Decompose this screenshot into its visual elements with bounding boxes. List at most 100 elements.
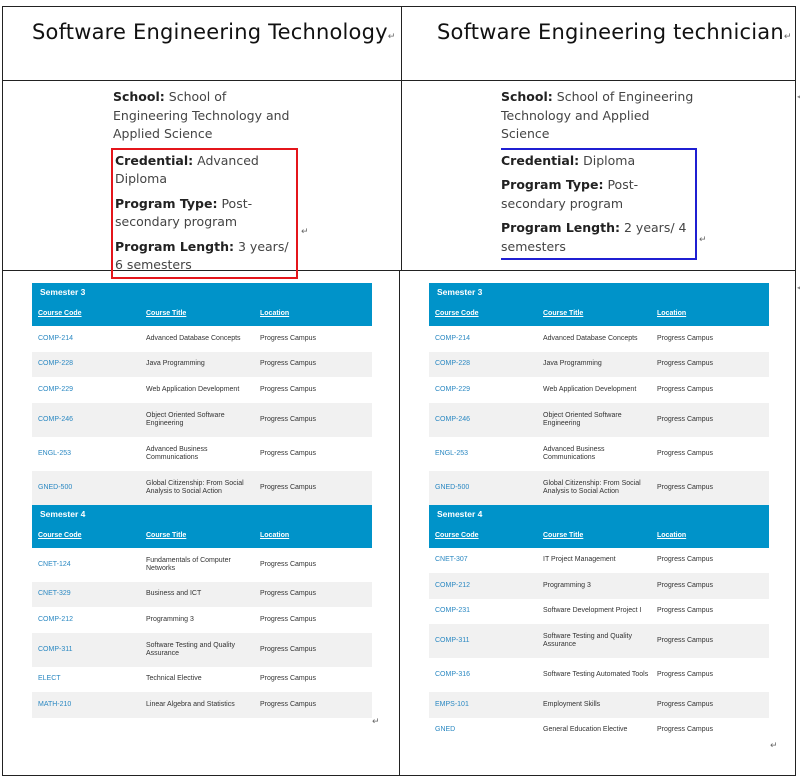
course-location: Progress Campus: [260, 334, 317, 342]
program-type-line: Program Type: Post-secondary program: [501, 176, 691, 213]
table-row: COMP-214 Advanced Database Concepts Progre…: [429, 326, 769, 352]
table-row: COMP-228 Java Programming Progress Campus: [32, 351, 372, 377]
course-title: Advanced Database Concepts: [543, 334, 638, 342]
course-code-link[interactable]: COMP-212: [32, 616, 146, 624]
course-code-link[interactable]: GNED-500: [429, 484, 543, 492]
column-divider-row1: [401, 6, 402, 80]
course-title-header[interactable]: Course Title: [146, 532, 260, 539]
paragraph-mark-icon: ↵: [783, 32, 792, 42]
semester-4-rows: CNET-307 IT Project Management Progress Ca…: [429, 548, 769, 744]
course-code-link[interactable]: COMP-228: [32, 360, 146, 368]
course-title-header[interactable]: Course Title: [146, 310, 260, 317]
course-code-link[interactable]: CNET-307: [429, 556, 543, 564]
table-row: COMP-212 Programming 3 Progress Campus: [429, 573, 769, 599]
table-row: EMPS-101 Employment Skills Progress Campus: [429, 692, 769, 718]
course-code-link[interactable]: COMP-316: [429, 671, 543, 679]
course-title: Advanced Business Communications: [146, 445, 208, 461]
course-code-link[interactable]: ELECT: [32, 675, 146, 683]
table-row: ENGL-253 Advanced Business Communications…: [32, 437, 372, 471]
course-location: Progress Campus: [260, 675, 317, 683]
course-title: Employment Skills: [543, 700, 601, 708]
column-header-row: Course Code Course Title Location: [32, 301, 372, 326]
table-row: COMP-229 Web Application Development Progr…: [429, 377, 769, 403]
table-row: ENGL-253 Advanced Business Communications…: [429, 437, 769, 471]
paragraph-mark-icon: ↵: [301, 226, 309, 236]
course-code-link[interactable]: CNET-124: [32, 561, 146, 569]
right-course-table: Semester 3 Course Code Course Title Loca…: [429, 283, 769, 743]
location-header[interactable]: Location: [260, 532, 372, 539]
paragraph-mark-icon: ↵: [770, 740, 778, 750]
course-code-link[interactable]: COMP-214: [429, 335, 543, 343]
course-title: IT Project Management: [543, 556, 616, 564]
course-code-link[interactable]: COMP-246: [429, 416, 543, 424]
course-code-link[interactable]: EMPS-101: [429, 701, 543, 709]
course-code-link[interactable]: COMP-246: [32, 416, 146, 424]
course-title-header[interactable]: Course Title: [543, 532, 657, 539]
course-code-link[interactable]: COMP-231: [429, 607, 543, 615]
course-code-link[interactable]: ENGL-253: [429, 450, 543, 458]
course-code-link[interactable]: COMP-229: [429, 386, 543, 394]
course-location: Progress Campus: [657, 671, 714, 678]
program-type-label: Program Type:: [501, 177, 604, 192]
course-title: Linear Algebra and Statistics: [146, 700, 235, 708]
course-title: Object Oriented Software Engineering: [543, 411, 622, 427]
location-header[interactable]: Location: [657, 532, 769, 539]
course-code-link[interactable]: GNED: [429, 726, 543, 734]
course-title-header[interactable]: Course Title: [543, 310, 657, 317]
course-location: Progress Campus: [657, 637, 714, 644]
course-title: Web Application Development: [146, 385, 240, 393]
column-divider-row3: [399, 270, 400, 776]
course-location: Progress Campus: [657, 415, 714, 423]
course-title: Java Programming: [146, 360, 205, 368]
credential-label: Credential:: [501, 152, 580, 168]
course-code-link[interactable]: GNED-500: [32, 484, 146, 492]
course-code-link[interactable]: COMP-228: [429, 360, 543, 368]
course-title: Web Application Development: [543, 385, 637, 393]
course-location: Progress Campus: [260, 560, 317, 568]
table-row: CNET-329 Business and ICT Progress Campus: [32, 581, 372, 607]
left-heading: Software Engineering Technology↵: [32, 20, 396, 44]
school-line: School: School of Engineering Technology…: [111, 88, 301, 144]
course-title: Software Testing Automated Tools: [543, 671, 649, 678]
column-header-row: Course Code Course Title Location: [429, 522, 769, 548]
course-code-link[interactable]: MATH-210: [32, 701, 146, 709]
course-code-header[interactable]: Course Code: [32, 532, 146, 539]
credential-label: Credential:: [115, 152, 194, 168]
right-heading-text: Software Engineering technician: [437, 20, 784, 44]
course-code-link[interactable]: COMP-214: [32, 335, 146, 343]
course-code-header[interactable]: Course Code: [32, 310, 146, 317]
left-course-table: Semester 3 Course Code Course Title Loca…: [32, 283, 372, 718]
course-title: Global Citizenship: From Social Analysis…: [543, 479, 641, 495]
table-row: CNET-124 Fundamentals of Computer Network…: [32, 548, 372, 582]
course-code-header[interactable]: Course Code: [429, 532, 543, 539]
paragraph-mark-icon: ↵: [699, 234, 707, 244]
table-row: GNED General Education Elective Progress C…: [429, 718, 769, 744]
course-code-link[interactable]: COMP-311: [429, 637, 543, 645]
course-location: Progress Campus: [657, 449, 714, 457]
course-title: Java Programming: [543, 360, 602, 368]
semester-4-header: Semester 4: [429, 504, 769, 523]
course-code-link[interactable]: COMP-311: [32, 646, 146, 654]
course-code-link[interactable]: COMP-212: [429, 582, 543, 590]
course-code-link[interactable]: CNET-329: [32, 590, 146, 598]
location-header[interactable]: Location: [260, 310, 372, 317]
column-header-row: Course Code Course Title Location: [429, 301, 769, 326]
program-type-label: Program Type:: [115, 195, 218, 211]
program-length-label: Program Length:: [501, 220, 621, 235]
table-row: CNET-307 IT Project Management Progress Ca…: [429, 548, 769, 574]
semester-4-header: Semester 4: [32, 504, 372, 523]
credential-value: Diploma: [583, 152, 636, 168]
course-title: Programming 3: [146, 615, 194, 623]
semester-3-header: Semester 3: [32, 283, 372, 301]
course-code-link[interactable]: COMP-229: [32, 386, 146, 394]
course-location: Progress Campus: [260, 415, 317, 423]
row-divider-1: [2, 80, 796, 81]
course-location: Progress Campus: [657, 385, 714, 393]
course-title: Software Testing and Quality Assurance: [146, 641, 235, 657]
table-row: COMP-246 Object Oriented Software Enginee…: [32, 402, 372, 437]
course-code-header[interactable]: Course Code: [429, 310, 543, 317]
course-location: Progress Campus: [657, 556, 714, 564]
table-row: ELECT Technical Elective Progress Campus: [32, 667, 372, 693]
course-code-link[interactable]: ENGL-253: [32, 450, 146, 458]
location-header[interactable]: Location: [657, 310, 769, 317]
